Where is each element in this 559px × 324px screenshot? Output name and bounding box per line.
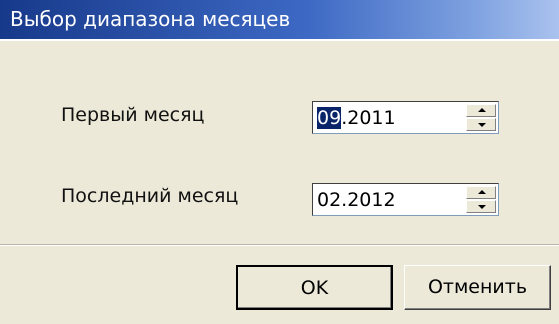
title-bar[interactable]: Выбор диапазона месяцев: [0, 0, 559, 39]
first-month-up-button[interactable]: [466, 104, 496, 117]
last-month-spin-buttons: [466, 186, 496, 213]
first-month-value[interactable]: 09.2011: [317, 106, 396, 130]
first-month-spin-buttons: [466, 104, 496, 131]
arrow-up-icon: [478, 108, 486, 112]
last-month-value[interactable]: 02.2012: [317, 188, 396, 212]
first-month-spinner[interactable]: 09.2011: [312, 101, 499, 134]
last-month-spinner[interactable]: 02.2012: [312, 183, 499, 216]
cancel-button[interactable]: Отменить: [404, 265, 551, 310]
first-month-label: Первый месяц: [61, 104, 205, 126]
window-title: Выбор диапазона месяцев: [10, 7, 291, 31]
last-month-down-button[interactable]: [466, 200, 496, 213]
button-bar: OK Отменить: [0, 246, 559, 324]
ok-button[interactable]: OK: [236, 265, 393, 310]
arrow-down-icon: [478, 205, 486, 209]
first-month-down-button[interactable]: [466, 118, 496, 131]
arrow-up-icon: [478, 190, 486, 194]
form-area: Первый месяц 09.2011 Последний месяц 02.…: [0, 41, 559, 244]
first-month-rest: .2011: [341, 107, 396, 129]
month-range-dialog: Выбор диапазона месяцев Первый месяц 09.…: [0, 0, 559, 324]
arrow-down-icon: [478, 123, 486, 127]
last-month-up-button[interactable]: [466, 186, 496, 199]
first-month-selected-part: 09: [317, 107, 342, 129]
last-month-label: Последний месяц: [61, 185, 239, 207]
